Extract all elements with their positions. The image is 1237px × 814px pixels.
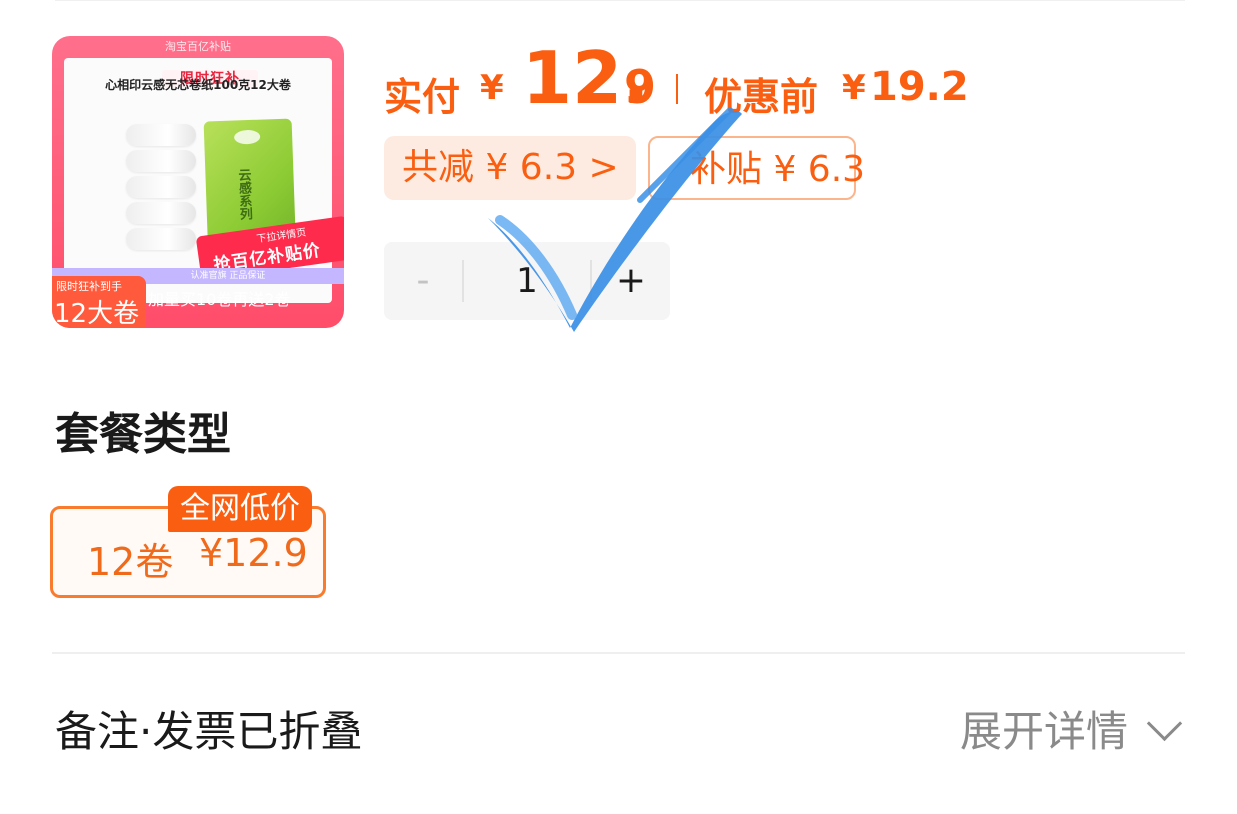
- product-image[interactable]: 淘宝百亿补贴 限时狂补 心相印云感无芯卷纸100克12大卷 云感系列 下拉详情页…: [52, 36, 344, 328]
- toilet-roll: [126, 150, 196, 172]
- decrease-button[interactable]: -: [384, 242, 462, 320]
- section-divider: [52, 652, 1185, 654]
- toilet-roll: [126, 124, 196, 146]
- expand-details-button[interactable]: 展开详情: [959, 698, 1183, 759]
- original-price-value: 19.2: [870, 64, 969, 110]
- lowest-price-badge: 全网低价: [168, 486, 312, 532]
- image-title: 心相印云感无芯卷纸100克12大卷: [105, 78, 291, 92]
- quantity-stepper: - 1 +: [384, 242, 670, 320]
- pay-currency: ¥: [480, 68, 504, 108]
- package-text: 云感系列: [235, 167, 253, 221]
- image-corner-badge: 限时狂补到手 12大卷: [52, 276, 146, 328]
- corner-small-text: 限时狂补到手: [56, 280, 122, 293]
- chevron-down-icon: [1146, 705, 1183, 742]
- pay-label: 实付: [384, 75, 461, 119]
- image-top-caption: 淘宝百亿补贴: [165, 40, 231, 53]
- original-currency: ¥: [842, 68, 866, 108]
- pay-amount-decimal: 9: [624, 60, 657, 114]
- option-price: ¥12.9: [199, 531, 308, 575]
- brand-logo-icon: [233, 129, 261, 145]
- total-discount-tag[interactable]: 共减 ¥ 6.3 >: [384, 136, 636, 200]
- subsidy-tag: 补贴 ¥ 6.3: [648, 136, 865, 200]
- price-separator: [676, 74, 678, 104]
- toilet-roll: [126, 176, 196, 198]
- image-footer-text: 加量买10卷再送2卷: [148, 290, 291, 309]
- product-image-inner: 限时狂补 心相印云感无芯卷纸100克12大卷 云感系列 下拉详情页 抢百亿补贴价: [64, 58, 344, 303]
- option-name: 12卷: [87, 540, 174, 584]
- corner-big-text: 12大卷: [54, 299, 140, 328]
- original-price-label: 优惠前: [704, 75, 819, 119]
- quantity-input[interactable]: 1: [464, 242, 590, 320]
- package-section-title: 套餐类型: [55, 409, 231, 460]
- note-invoice-label: 备注·发票已折叠: [55, 707, 363, 756]
- toilet-roll: [126, 228, 196, 250]
- top-divider: [55, 0, 1185, 1]
- increase-button[interactable]: +: [592, 242, 670, 320]
- expand-details-label: 展开详情: [959, 707, 1128, 756]
- toilet-roll: [126, 202, 196, 224]
